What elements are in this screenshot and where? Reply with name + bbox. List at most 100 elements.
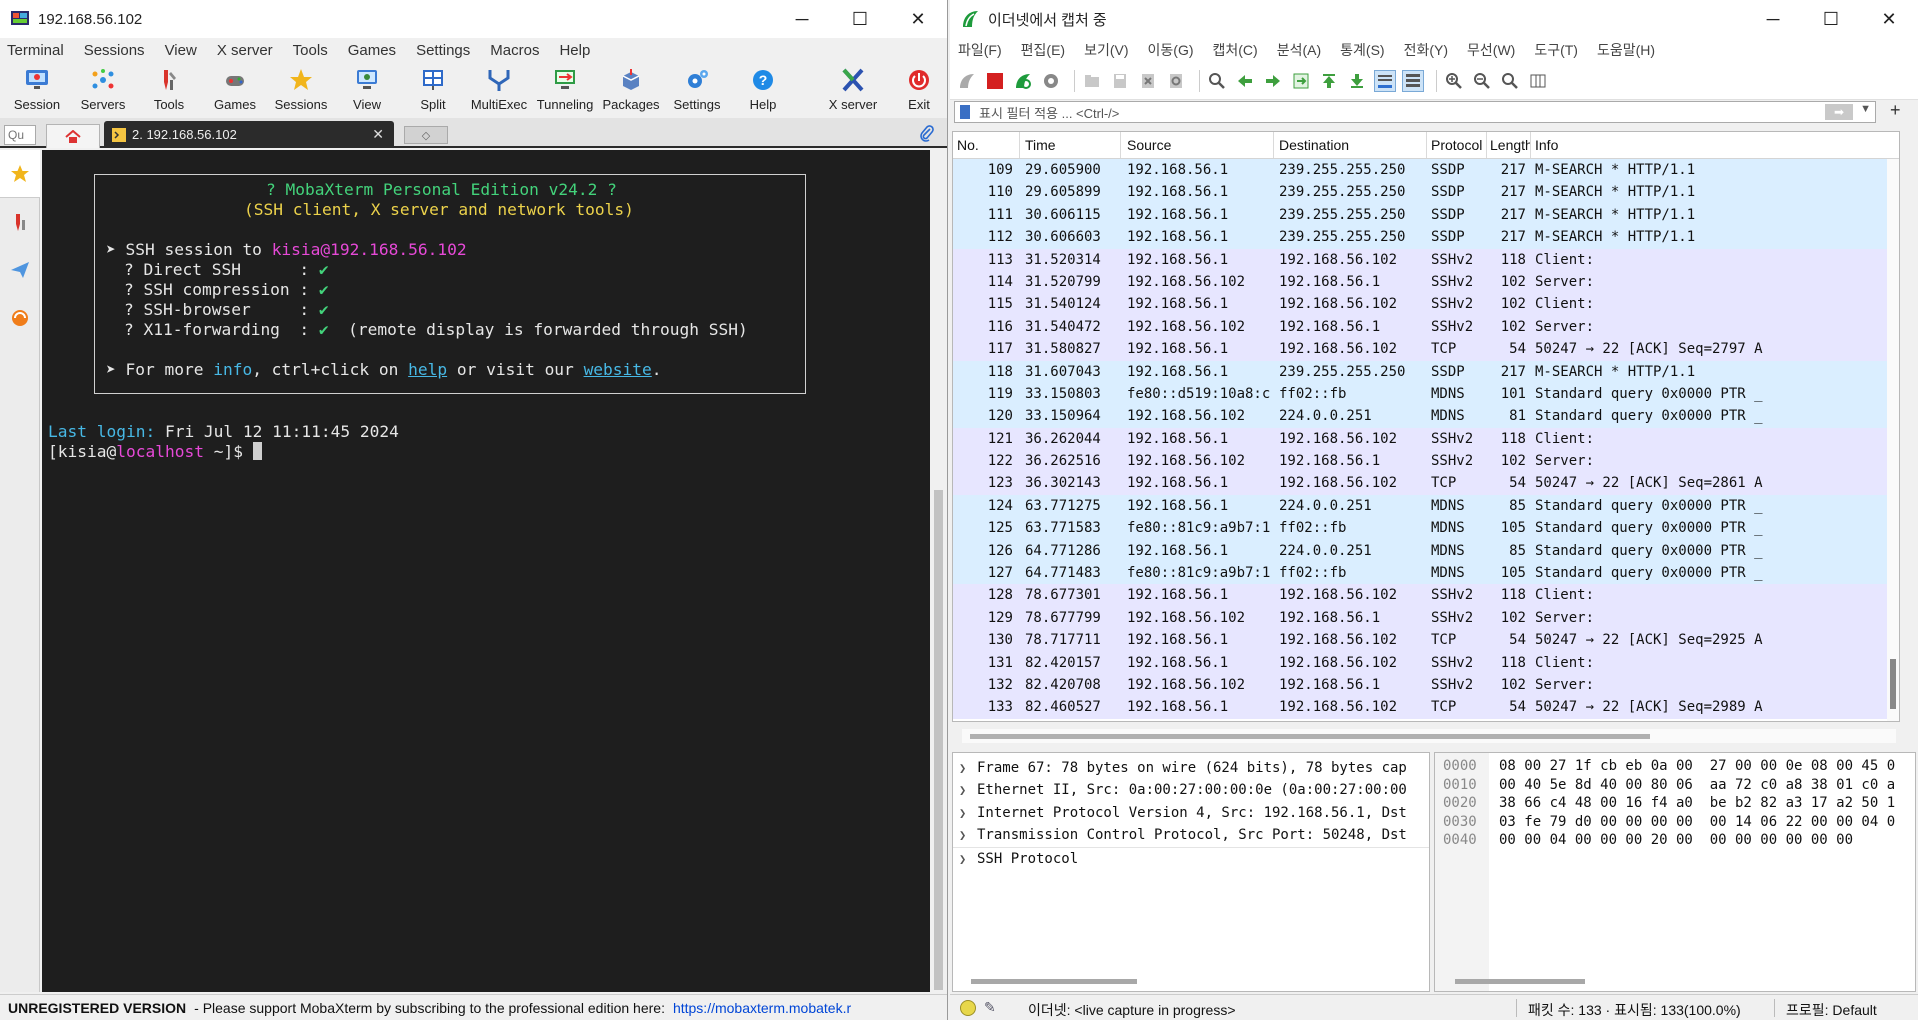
autoscroll-icon[interactable] bbox=[1374, 69, 1396, 92]
col-no[interactable]: No. bbox=[957, 137, 979, 153]
colorize-icon[interactable] bbox=[1402, 69, 1424, 92]
chevron-right-icon[interactable]: ❯ bbox=[959, 824, 977, 846]
table-row[interactable]: 127 64.771483 fe80::81c9:a9b7:169… ff02::fb… bbox=[953, 562, 1899, 585]
apply-filter-arrow-icon[interactable]: ➡ bbox=[1825, 104, 1853, 120]
tab-session-192-168-56-102[interactable]: 2. 192.168.56.102 ✕ bbox=[104, 121, 394, 148]
chevron-right-icon[interactable]: ❯ bbox=[959, 757, 977, 779]
website-link[interactable]: website bbox=[584, 360, 652, 379]
table-row[interactable]: 109 29.605900 192.168.56.1 239.255.255.250 S… bbox=[953, 159, 1899, 182]
go-forward-icon[interactable] bbox=[1262, 70, 1284, 92]
table-row[interactable]: 120 33.150964 192.168.56.102 224.0.0.251 MDN… bbox=[953, 405, 1899, 428]
save-file-icon[interactable] bbox=[1109, 70, 1131, 92]
table-row[interactable]: 129 78.677799 192.168.56.102 192.168.56.1 SS… bbox=[953, 606, 1899, 630]
subscribe-link[interactable]: https://mobaxterm.mobatek.r bbox=[673, 1000, 851, 1016]
bookmark-icon[interactable] bbox=[960, 105, 970, 119]
tools-sidebar-button[interactable] bbox=[0, 198, 40, 246]
sessions-sidebar-button[interactable] bbox=[0, 150, 40, 198]
table-row[interactable]: 125 63.771583 fe80::81c9:a9b7:169… ff02::fb… bbox=[953, 517, 1899, 540]
col-protocol[interactable]: Protocol bbox=[1431, 137, 1482, 153]
normal-size-icon[interactable] bbox=[1499, 70, 1521, 92]
menu-edit[interactable]: 편집(E) bbox=[1021, 40, 1065, 60]
session-button[interactable]: Session bbox=[4, 62, 70, 118]
maximize-button[interactable]: ☐ bbox=[831, 0, 889, 38]
col-time[interactable]: Time bbox=[1025, 137, 1056, 153]
go-last-packet-icon[interactable] bbox=[1346, 70, 1368, 92]
chevron-right-icon[interactable]: ❯ bbox=[959, 779, 977, 801]
table-row[interactable]: 128 78.677301 192.168.56.1 192.168.56.102 SS… bbox=[953, 584, 1899, 607]
chevron-right-icon[interactable]: ❯ bbox=[959, 848, 977, 869]
table-row[interactable]: 110 29.605899 192.168.56.1 239.255.255.250 S… bbox=[953, 181, 1899, 204]
quick-connect-input[interactable] bbox=[4, 125, 36, 145]
scrollbar-thumb[interactable] bbox=[1455, 979, 1585, 984]
xserver-button[interactable]: X server bbox=[820, 62, 886, 118]
menu-settings[interactable]: Settings bbox=[416, 42, 470, 59]
add-filter-button[interactable]: + bbox=[1890, 100, 1901, 121]
zoom-in-icon[interactable] bbox=[1443, 70, 1465, 92]
bytes-hscrollbar[interactable] bbox=[1455, 977, 1905, 985]
display-filter-input[interactable]: 표시 필터 적용 ... <Ctrl-/> ➡ ▼ bbox=[954, 101, 1876, 123]
scrollbar-thumb[interactable] bbox=[934, 490, 943, 990]
sftp-sidebar-button[interactable] bbox=[0, 294, 40, 342]
menu-view[interactable]: 보기(V) bbox=[1084, 40, 1128, 60]
scrollbar-thumb[interactable] bbox=[970, 734, 1650, 739]
menu-telephony[interactable]: 전화(Y) bbox=[1404, 40, 1448, 60]
tools-button[interactable]: Tools bbox=[136, 62, 202, 118]
start-capture-fin-icon[interactable] bbox=[956, 70, 978, 92]
scrollbar-thumb[interactable] bbox=[971, 979, 1137, 984]
menu-capture[interactable]: 캡처(C) bbox=[1213, 40, 1258, 60]
table-row[interactable]: 114 31.520799 192.168.56.102 192.168.56.1 SS… bbox=[953, 270, 1899, 294]
find-packet-icon[interactable] bbox=[1206, 70, 1228, 92]
info-link[interactable]: info bbox=[213, 360, 252, 379]
macros-sidebar-button[interactable] bbox=[0, 246, 40, 294]
tunneling-button[interactable]: Tunneling bbox=[532, 62, 598, 118]
edit-comment-icon[interactable]: ✎ bbox=[984, 999, 996, 1016]
detail-row-tcp[interactable]: ❯ Transmission Control Protocol, Src Port… bbox=[953, 824, 1429, 846]
terminal-screen[interactable]: ? MobaXterm Personal Edition v24.2 ? (SS… bbox=[42, 150, 930, 992]
packages-button[interactable]: Packages bbox=[598, 62, 664, 118]
sessions-button[interactable]: Sessions bbox=[268, 62, 334, 118]
menu-tools[interactable]: 도구(T) bbox=[1534, 40, 1578, 60]
menu-statistics[interactable]: 통계(S) bbox=[1340, 40, 1384, 60]
attachment-icon[interactable] bbox=[919, 125, 935, 143]
packet-list-hscrollbar[interactable] bbox=[962, 729, 1896, 743]
help-button[interactable]: ? Help bbox=[730, 62, 796, 118]
chevron-down-icon[interactable]: ▼ bbox=[1860, 103, 1871, 115]
menu-games[interactable]: Games bbox=[348, 42, 396, 59]
go-to-packet-icon[interactable] bbox=[1290, 70, 1312, 92]
table-row[interactable]: 119 33.150803 fe80::d519:10a8:ca2… ff02::fb… bbox=[953, 382, 1899, 406]
stop-capture-icon[interactable] bbox=[984, 70, 1006, 92]
table-row[interactable]: 115 31.540124 192.168.56.1 192.168.56.102 SS… bbox=[953, 293, 1899, 316]
menu-terminal[interactable]: Terminal bbox=[7, 42, 64, 59]
close-tab-icon[interactable]: ✕ bbox=[372, 126, 384, 143]
table-row[interactable]: 112 30.606603 192.168.56.1 239.255.255.250 S… bbox=[953, 226, 1899, 249]
ws-minimize-button[interactable]: ─ bbox=[1744, 0, 1802, 38]
table-row[interactable]: 121 36.262044 192.168.56.1 192.168.56.102 SS… bbox=[953, 427, 1899, 451]
menu-help[interactable]: 도움말(H) bbox=[1597, 40, 1655, 60]
go-back-icon[interactable] bbox=[1234, 70, 1256, 92]
split-button[interactable]: Split bbox=[400, 62, 466, 118]
table-row[interactable]: 123 36.302143 192.168.56.1 192.168.56.102 TC… bbox=[953, 472, 1899, 495]
menu-sessions[interactable]: Sessions bbox=[84, 42, 145, 59]
view-button[interactable]: View bbox=[334, 62, 400, 118]
detail-row-ethernet[interactable]: ❯ Ethernet II, Src: 0a:00:27:00:00:0e (0a… bbox=[953, 779, 1429, 801]
new-tab-button[interactable]: ◇ bbox=[404, 126, 448, 144]
menu-go[interactable]: 이동(G) bbox=[1148, 40, 1194, 60]
multiexec-button[interactable]: MultiExec bbox=[466, 62, 532, 118]
table-row[interactable]: 124 63.771275 192.168.56.1 224.0.0.251 MDNS 8… bbox=[953, 494, 1899, 518]
detail-row-frame[interactable]: ❯ Frame 67: 78 bytes on wire (624 bits), … bbox=[953, 757, 1429, 779]
table-row[interactable]: 113 31.520314 192.168.56.1 192.168.56.102 SS… bbox=[953, 248, 1899, 271]
close-button[interactable]: ✕ bbox=[889, 0, 947, 38]
restart-capture-icon[interactable] bbox=[1012, 70, 1034, 92]
packet-bytes-pane[interactable]: 0000 08 00 27 1f cb eb 0a 00 27 00 00 0e … bbox=[1434, 752, 1916, 992]
detail-row-ipv4[interactable]: ❯ Internet Protocol Version 4, Src: 192.1… bbox=[953, 802, 1429, 824]
reload-file-icon[interactable] bbox=[1165, 70, 1187, 92]
col-source[interactable]: Source bbox=[1127, 137, 1171, 153]
menu-view[interactable]: View bbox=[165, 42, 197, 59]
table-row[interactable]: 131 82.420157 192.168.56.1 192.168.56.102 SS… bbox=[953, 651, 1899, 674]
zoom-out-icon[interactable] bbox=[1471, 70, 1493, 92]
detail-row-ssh[interactable]: ❯ SSH Protocol bbox=[953, 846, 1429, 869]
table-row[interactable]: 122 36.262516 192.168.56.102 192.168.56.1 SS… bbox=[953, 450, 1899, 473]
terminal-scrollbar[interactable] bbox=[930, 150, 947, 992]
expert-info-led-icon[interactable] bbox=[960, 1000, 976, 1016]
ws-maximize-button[interactable]: ☐ bbox=[1802, 0, 1860, 38]
